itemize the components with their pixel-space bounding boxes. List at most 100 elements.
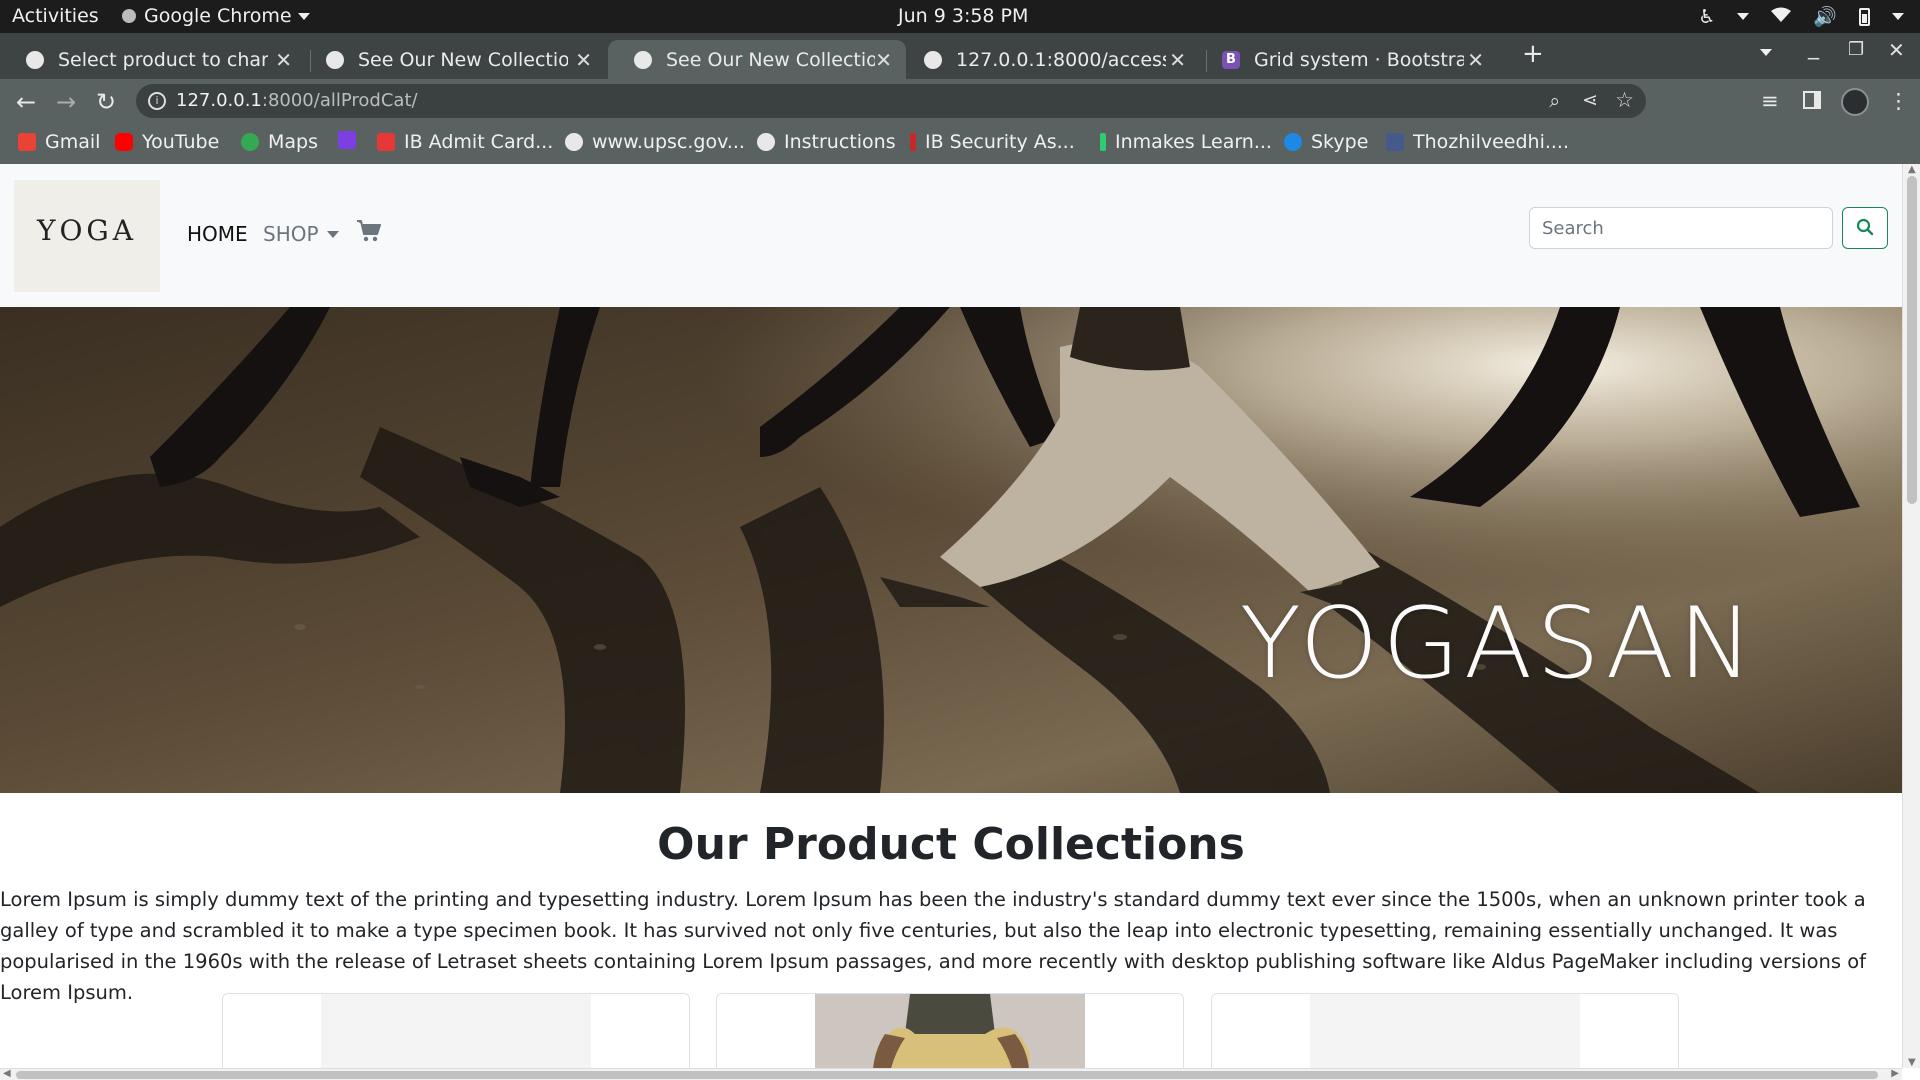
scroll-down-arrow-icon[interactable]: ▼	[1908, 1057, 1916, 1068]
forward-button[interactable]: →	[56, 88, 76, 116]
product-image	[815, 994, 1085, 1068]
bookmark-star-icon[interactable]: ☆	[1615, 88, 1634, 112]
scroll-left-arrow-icon[interactable]: ◀	[3, 1068, 11, 1079]
bookmark-ib-security[interactable]: IB Security As...	[910, 131, 1075, 153]
side-panel-icon[interactable]	[1803, 91, 1821, 109]
gmail-icon	[18, 133, 36, 151]
profile-avatar[interactable]	[1841, 88, 1869, 116]
bookmark-instructions[interactable]: Instructions	[757, 131, 896, 153]
bookmark-label: Instructions	[784, 131, 896, 153]
tab-title: See Our New Collections_	[358, 48, 568, 71]
bookmark-label: Gmail	[45, 131, 101, 153]
address-bar[interactable]: i 127.0.0.1:8000/allProdCat/ ⌕ ⋖ ☆	[136, 84, 1646, 118]
nav-shop-label: SHOP	[263, 222, 319, 246]
site-info-icon[interactable]: i	[148, 92, 166, 110]
share-icon[interactable]: ⋖	[1582, 89, 1598, 111]
vertical-scrollbar[interactable]: ▲ ▼	[1902, 164, 1920, 1068]
scroll-up-arrow-icon[interactable]: ▲	[1908, 164, 1916, 175]
globe-icon	[924, 50, 942, 69]
close-icon[interactable]: ✕	[1467, 48, 1484, 72]
bookmark-ib-admit-card[interactable]: IB Admit Card...	[377, 131, 553, 153]
globe-icon	[757, 133, 775, 151]
close-icon[interactable]: ✕	[275, 48, 292, 72]
product-card[interactable]	[716, 993, 1184, 1068]
url-path: :8000/allProdCat/	[261, 90, 418, 111]
close-icon[interactable]: ✕	[575, 48, 592, 72]
battery-icon	[1859, 7, 1870, 26]
tab-title: Select product to change	[58, 48, 268, 71]
app-name: Google Chrome	[144, 5, 292, 27]
thozhil-icon	[1386, 133, 1404, 151]
cart-icon[interactable]	[356, 218, 382, 244]
close-icon[interactable]: ✕	[1169, 48, 1186, 72]
bookmark-skype[interactable]: Skype	[1284, 131, 1368, 153]
product-image-graphic	[815, 994, 1085, 1068]
url-host: 127.0.0.1	[176, 90, 262, 111]
wifi-icon	[1771, 6, 1792, 28]
jk-icon	[377, 133, 395, 151]
bookmark-thozhilveedhi[interactable]: Thozhilveedhi....	[1386, 131, 1569, 153]
minimize-button[interactable]: _	[1808, 35, 1819, 60]
reading-list-icon[interactable]: ≡	[1761, 89, 1779, 113]
tab-new-collections-1[interactable]: See Our New Collections_ ✕	[300, 40, 606, 79]
accessibility-icon[interactable]: ♿	[1698, 6, 1715, 28]
bookmark-label: www.upsc.gov...	[592, 131, 745, 153]
bootstrap-icon: B	[1222, 50, 1240, 69]
tab-new-collections-2[interactable]: See Our New Collections_ ✕	[608, 40, 906, 79]
inmakes-icon	[1100, 133, 1106, 151]
bookmark-list[interactable]	[338, 131, 365, 149]
url-text[interactable]: 127.0.0.1:8000/allProdCat/	[176, 90, 418, 111]
scroll-right-arrow-icon[interactable]: ▶	[1891, 1068, 1899, 1079]
system-tray[interactable]: ♿ 🔊	[1698, 5, 1904, 28]
nav-home-link[interactable]: HOME	[187, 222, 248, 246]
bookmark-inmakes[interactable]: Inmakes Learn...	[1100, 131, 1272, 153]
tab-bootstrap-grid[interactable]: B Grid system · Bootstrap ✕	[1196, 40, 1498, 79]
chevron-down-icon	[1892, 13, 1904, 20]
chevron-down-icon	[326, 230, 339, 238]
more-menu-icon[interactable]: ⋮	[1888, 89, 1909, 113]
tab-title: Grid system · Bootstrap	[1254, 48, 1464, 71]
product-card[interactable]	[222, 993, 690, 1068]
tab-accessories[interactable]: 127.0.0.1:8000/accessorie ✕	[898, 40, 1200, 79]
bookmark-label: Thozhilveedhi....	[1413, 131, 1570, 153]
hero-title: YOGASAN	[1239, 587, 1758, 701]
section-description: Lorem Ipsum is simply dummy text of the …	[0, 888, 1867, 1004]
product-card[interactable]	[1211, 993, 1679, 1068]
product-image-graphic	[321, 994, 591, 1068]
product-image	[321, 994, 591, 1068]
close-icon[interactable]: ✕	[875, 48, 892, 72]
new-tab-button[interactable]: +	[1522, 39, 1544, 69]
bookmark-maps[interactable]: Maps	[241, 131, 318, 153]
tab-select-product[interactable]: Select product to change ✕	[0, 40, 306, 79]
zoom-icon[interactable]: ⌕	[1549, 90, 1560, 112]
product-image-graphic	[1310, 994, 1580, 1068]
emblem-icon	[910, 133, 916, 151]
page-viewport: YOGA HOME SHOP Search YOGASAN Our Produc…	[0, 164, 1902, 1068]
search-input[interactable]	[1529, 207, 1833, 249]
clock[interactable]: Jun 9 3:58 PM	[898, 5, 1028, 27]
reload-button[interactable]: ↻	[96, 88, 116, 116]
nav-shop-dropdown[interactable]: SHOP	[263, 222, 339, 246]
tab-search-button[interactable]	[1760, 41, 1772, 60]
bookmark-gmail[interactable]: Gmail	[18, 131, 100, 153]
activities-button[interactable]: Activities	[12, 5, 99, 27]
restore-button[interactable]: ❐	[1848, 39, 1864, 60]
site-navbar: YOGA HOME SHOP	[0, 164, 1902, 307]
app-menu[interactable]: Google Chrome	[122, 5, 310, 27]
brand-text: YOGA	[36, 214, 138, 247]
bookmark-upsc[interactable]: www.upsc.gov...	[565, 131, 745, 153]
globe-icon	[326, 50, 344, 69]
chevron-down-icon	[1737, 13, 1750, 20]
volume-icon: 🔊	[1813, 6, 1837, 28]
search-button[interactable]	[1842, 207, 1888, 249]
maps-icon	[241, 133, 259, 151]
bookmark-youtube[interactable]: YouTube	[115, 131, 219, 153]
back-button[interactable]: ←	[16, 88, 36, 116]
horizontal-scroll-thumb[interactable]	[16, 1071, 1878, 1079]
horizontal-scrollbar[interactable]: ◀ ▶	[0, 1068, 1902, 1080]
close-window-button[interactable]: ✕	[1888, 38, 1905, 62]
brand-logo[interactable]: YOGA	[14, 180, 160, 292]
vertical-scroll-thumb[interactable]	[1907, 176, 1917, 504]
system-top-bar: Activities Google Chrome Jun 9 3:58 PM ♿…	[0, 0, 1920, 33]
chrome-icon	[122, 9, 136, 23]
